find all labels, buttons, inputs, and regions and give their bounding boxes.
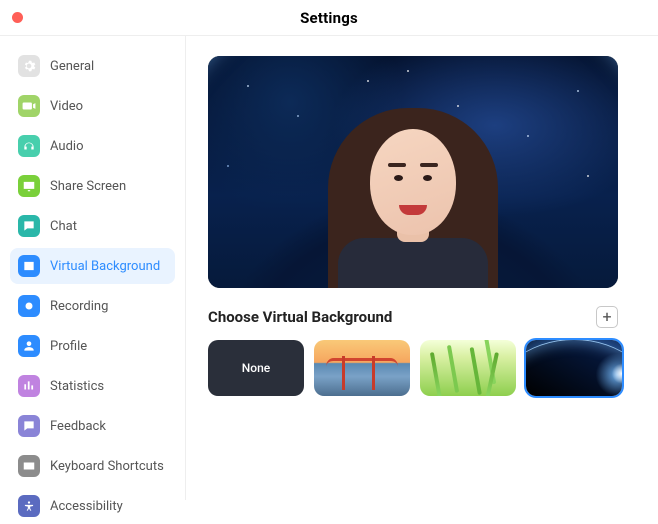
profile-icon	[18, 335, 40, 357]
settings-content: Choose Virtual Background + None	[186, 36, 658, 500]
sidebar-item-chat[interactable]: Chat	[10, 208, 175, 244]
background-options: None	[208, 340, 618, 396]
sidebar-item-label: Video	[50, 99, 83, 114]
sidebar-item-statistics[interactable]: Statistics	[10, 368, 175, 404]
sidebar-item-label: Accessibility	[50, 499, 123, 514]
video-icon	[18, 95, 40, 117]
gear-icon	[18, 55, 40, 77]
title-bar: Settings	[0, 0, 658, 36]
sidebar-item-general[interactable]: General	[10, 48, 175, 84]
sidebar-item-label: Virtual Background	[50, 259, 160, 274]
keyboard-icon	[18, 455, 40, 477]
bg-option-bridge[interactable]	[314, 340, 410, 396]
bg-option-none-label: None	[242, 361, 270, 375]
sidebar-item-label: Keyboard Shortcuts	[50, 459, 164, 474]
sidebar-item-label: Recording	[50, 299, 108, 314]
sidebar-item-label: Feedback	[50, 419, 106, 434]
section-title: Choose Virtual Background	[208, 308, 392, 326]
sidebar-item-label: General	[50, 59, 94, 74]
bg-option-none[interactable]: None	[208, 340, 304, 396]
a11y-icon	[18, 495, 40, 517]
sidebar-item-label: Profile	[50, 339, 87, 354]
sidebar-item-label: Share Screen	[50, 179, 126, 194]
sidebar-item-keyboard-shortcuts[interactable]: Keyboard Shortcuts	[10, 448, 175, 484]
window-title: Settings	[0, 9, 658, 27]
share-icon	[18, 175, 40, 197]
sidebar-item-label: Audio	[50, 139, 83, 154]
feedback-icon	[18, 415, 40, 437]
sidebar-item-audio[interactable]: Audio	[10, 128, 175, 164]
settings-sidebar: General Video Audio Share Screen Chat Virtual…	[0, 36, 186, 500]
audio-icon	[18, 135, 40, 157]
bg-option-earth[interactable]	[526, 340, 622, 396]
sidebar-item-recording[interactable]: Recording	[10, 288, 175, 324]
chat-icon	[18, 215, 40, 237]
sidebar-item-video[interactable]: Video	[10, 88, 175, 124]
bg-option-grass[interactable]	[420, 340, 516, 396]
preview-person	[318, 93, 508, 288]
stats-icon	[18, 375, 40, 397]
add-background-button[interactable]: +	[596, 306, 618, 328]
background-preview	[208, 56, 618, 288]
sidebar-item-virtual-background[interactable]: Virtual Background	[10, 248, 175, 284]
sidebar-item-label: Chat	[50, 219, 77, 234]
recording-icon	[18, 295, 40, 317]
sidebar-item-accessibility[interactable]: Accessibility	[10, 488, 175, 524]
sidebar-item-label: Statistics	[50, 379, 104, 394]
sidebar-item-share-screen[interactable]: Share Screen	[10, 168, 175, 204]
sidebar-item-profile[interactable]: Profile	[10, 328, 175, 364]
vb-icon	[18, 255, 40, 277]
sidebar-item-feedback[interactable]: Feedback	[10, 408, 175, 444]
